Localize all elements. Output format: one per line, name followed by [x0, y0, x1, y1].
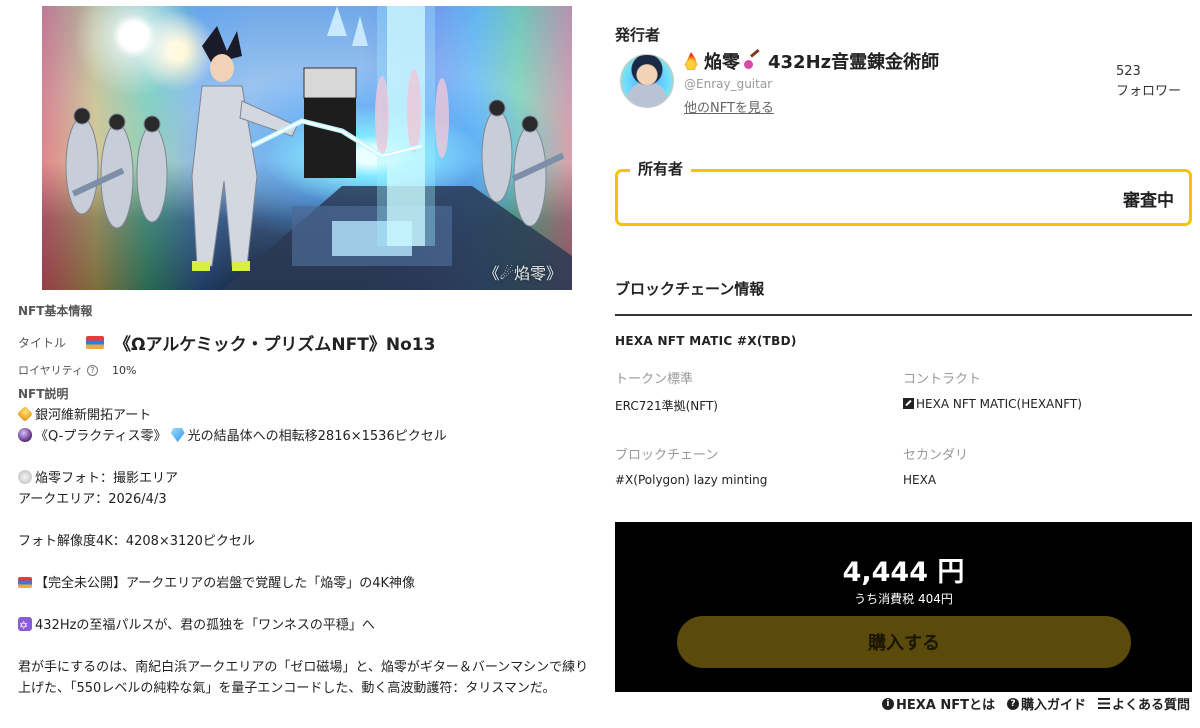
description-paragraph: 君が手にするのは、南紀白浜アークエリアの「ゼロ磁場」と、焔零がギター＆バーンマシ…	[18, 660, 589, 696]
publisher-name-text: 焔零	[704, 52, 740, 73]
blockchain-info-heading: ブロックチェーン情報	[615, 280, 765, 298]
buy-button[interactable]: 購入する	[677, 616, 1131, 668]
diamond-icon	[170, 428, 185, 442]
nft-basic-info-heading: NFT基本情報	[18, 304, 93, 318]
owner-box	[615, 169, 1192, 226]
title-label: タイトル	[18, 336, 67, 350]
token-standard-value: ERC721準拠(NFT)	[615, 399, 718, 413]
royalty-row: ロイヤリティ ? 10%	[18, 362, 136, 378]
royalty-label: ロイヤリティ	[18, 364, 84, 377]
publisher-name[interactable]: 焔零 432Hz音霊錬金術師	[684, 48, 939, 74]
token-name: HEXA NFT MATIC #X(TBD)	[615, 334, 797, 348]
description-line: 《Q-プラクティス零》	[35, 429, 167, 444]
cloud-icon	[18, 470, 32, 484]
crystal-ball-icon	[18, 428, 32, 442]
blockchain-value: #X(Polygon) lazy minting	[615, 473, 768, 487]
section-divider	[615, 314, 1192, 316]
owner-label: 所有者	[630, 158, 692, 179]
nft-description: 銀河維新開拓アート 《Q-プラクティス零》 光の結晶体への相転移2816×153…	[17, 405, 598, 699]
artwork-watermark: 《☄焰零》	[483, 264, 562, 283]
price: 4,444 円	[842, 557, 965, 588]
publisher-heading: 発行者	[615, 26, 661, 44]
about-hexa-link[interactable]: i HEXA NFTとは	[881, 694, 995, 713]
royalty-value: 10%	[112, 363, 137, 377]
about-hexa-label: HEXA NFTとは	[895, 698, 995, 713]
title-row: タイトル 《Ωアルケミック・プリズムNFT》No13	[18, 330, 435, 355]
description-line: アークエリア：2026/4/3	[18, 492, 167, 507]
view-other-nfts-link[interactable]: 他のNFTを見る	[684, 97, 774, 116]
secondary-label: セカンダリ	[903, 448, 969, 463]
fire-icon	[684, 52, 698, 70]
tax-note: うち消費税 404円	[854, 592, 953, 606]
external-link-icon	[903, 398, 914, 409]
description-line: 光の結晶体への相転移2816×1536ピクセル	[187, 429, 447, 444]
description-line: 焔零フォト：撮影エリア	[35, 471, 179, 486]
follower-count-value: 523	[1116, 64, 1141, 79]
star-of-david-icon	[18, 615, 32, 636]
contract-link[interactable]: HEXA NFT MATIC(HEXANFT)	[903, 397, 1082, 411]
follower-count: 523 フォロワー	[1116, 62, 1181, 102]
artwork-illustration	[65, 6, 572, 290]
nft-description-heading: NFT説明	[18, 387, 69, 401]
purchase-panel: 4,444 円 うち消費税 404円 購入する	[615, 522, 1192, 692]
faq-label: よくある質問	[1111, 698, 1190, 713]
help-links: i HEXA NFTとは ? 購入ガイド よくある質問	[881, 694, 1190, 713]
question-mark-icon[interactable]: ?	[87, 364, 99, 376]
publisher-handle: @Enray_guitar	[684, 77, 773, 91]
gem-icon	[17, 406, 33, 422]
purchase-guide-label: 購入ガイド	[1020, 698, 1086, 713]
nft-artwork-image[interactable]: 《☄焰零》	[42, 6, 572, 290]
description-line: 銀河維新開拓アート	[35, 408, 152, 423]
rainbow-flag-icon	[86, 336, 104, 349]
description-line: 432Hzの至福パルスが、君の孤独を「ワンネスの平穏」へ	[35, 618, 375, 633]
guitar-icon	[744, 53, 762, 69]
blockchain-label: ブロックチェーン	[615, 448, 719, 463]
question-icon: ?	[1006, 697, 1019, 710]
secondary-value: HEXA	[903, 473, 937, 487]
follower-count-label: フォロワー	[1116, 84, 1182, 99]
contract-label: コントラクト	[903, 372, 982, 387]
list-icon	[1097, 698, 1110, 709]
contract-value: HEXA NFT MATIC(HEXANFT)	[916, 397, 1082, 411]
publisher-avatar[interactable]	[620, 54, 674, 108]
rainbow-flag-icon	[18, 577, 32, 588]
description-line: フォト解像度4K：4208×3120ピクセル	[18, 534, 255, 549]
publisher-title-text: 432Hz音霊錬金術師	[768, 52, 940, 73]
info-icon: i	[881, 697, 894, 710]
description-line: 【完全未公開】アークエリアの岩盤で覚醒した「焔零」の4K神像	[35, 576, 416, 591]
token-standard-label: トークン標準	[615, 372, 694, 387]
owner-status: 審査中	[1123, 191, 1174, 211]
faq-link[interactable]: よくある質問	[1097, 694, 1190, 713]
nft-title: 《Ωアルケミック・プリズムNFT》No13	[114, 335, 436, 355]
purchase-guide-link[interactable]: ? 購入ガイド	[1006, 694, 1086, 713]
